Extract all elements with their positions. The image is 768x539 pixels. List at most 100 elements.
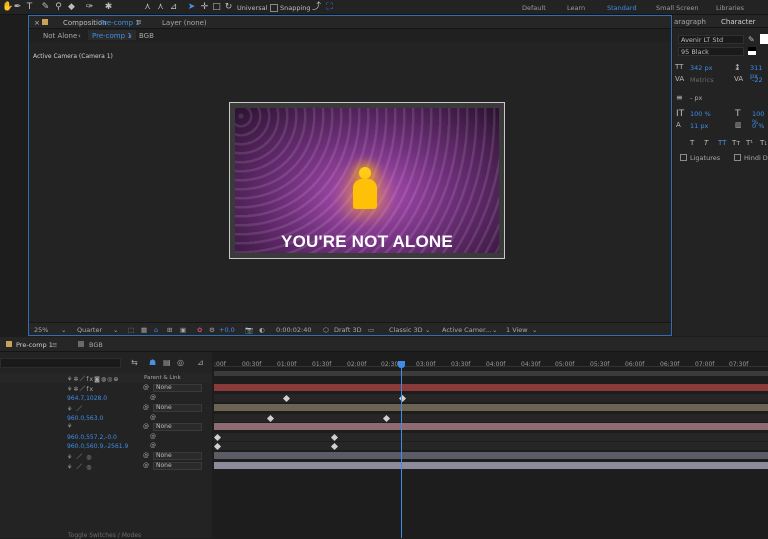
layer-bar-mauve[interactable]	[214, 423, 768, 430]
layer-switches-icon[interactable]: ⚘✲／fx	[67, 384, 94, 393]
pen-tool-icon[interactable]: ✒	[12, 2, 23, 13]
camera-select[interactable]: Active Camer...	[442, 326, 491, 334]
composition-viewer[interactable]: Active Camera (Camera 1) YOU'RE NOT ALON…	[29, 42, 671, 322]
current-timecode[interactable]: 0:00:02:40	[276, 326, 312, 334]
axis-view-icon[interactable]: ⊿	[168, 2, 179, 13]
faux-italic-icon[interactable]: T	[704, 139, 708, 147]
motion-blur-icon[interactable]: ◎	[177, 358, 184, 367]
font-style-select[interactable]: 95 Black	[678, 47, 744, 56]
workspace-default[interactable]: Default	[522, 4, 546, 12]
zoom-select[interactable]: 25%	[34, 326, 48, 334]
snapping-checkbox[interactable]	[270, 4, 278, 12]
tab-character[interactable]: Character	[721, 18, 756, 26]
tab-menu-icon[interactable]: ≡	[52, 341, 57, 349]
comp-flowchart-icon[interactable]: ⇆	[131, 358, 138, 367]
layer-bar-red[interactable]	[214, 384, 768, 391]
pick-whip-icon[interactable]: @	[150, 394, 156, 401]
exposure-value[interactable]: +0.0	[219, 326, 235, 334]
comp-render[interactable]: YOU'RE NOT ALONE	[235, 108, 499, 253]
layer-row[interactable]: ⚘ ／ ◎ @ None	[0, 452, 212, 461]
breadcrumb-bgb[interactable]: BGB	[139, 32, 154, 40]
frame-blending-icon[interactable]: ▤	[163, 358, 171, 367]
fill-color-swatch[interactable]	[760, 34, 768, 44]
snap-options-icon[interactable]: ⤴	[311, 2, 322, 13]
graph-editor-icon[interactable]: ⊿	[197, 358, 204, 367]
layer-bar-grey[interactable]	[214, 452, 768, 459]
layer-tab[interactable]: Layer (none)	[162, 19, 207, 27]
workspace-standard[interactable]: Standard	[607, 4, 637, 12]
ligatures-checkbox[interactable]	[680, 154, 687, 161]
stroke-width-value[interactable]: - px	[690, 94, 702, 102]
views-select[interactable]: 1 View	[506, 326, 528, 334]
chevron-down-icon[interactable]: ⌄	[113, 326, 118, 334]
axis-world-icon[interactable]: ⋏	[155, 2, 166, 13]
pick-whip-icon[interactable]: @	[143, 384, 149, 391]
eyedropper-icon[interactable]: ✎	[748, 35, 755, 44]
tracking-value[interactable]: -22	[752, 76, 763, 84]
breadcrumb-not-alone[interactable]: Not Alone	[43, 32, 77, 40]
eraser-tool-icon[interactable]: ◆	[66, 2, 77, 13]
parent-select[interactable]: None	[153, 462, 202, 470]
draft-3d-toggle[interactable]: Draft 3D	[334, 326, 362, 334]
rotate-tool-icon[interactable]: ↻	[223, 2, 234, 13]
grid-icon[interactable]: ⊞	[167, 326, 172, 334]
all-caps-icon[interactable]: TT	[718, 139, 726, 147]
layer-row[interactable]: ⚘✲／fx @ None	[0, 384, 212, 393]
swap-colors-icon[interactable]	[748, 47, 756, 55]
transparency-grid-icon[interactable]: ▦	[141, 326, 147, 334]
layer-switches-icon[interactable]: ⚘ ／	[67, 404, 83, 413]
pick-whip-icon[interactable]: @	[143, 404, 149, 411]
selection-tool-icon[interactable]: ➤	[186, 2, 197, 13]
workspace-libraries[interactable]: Libraries	[716, 4, 744, 12]
tsume-value[interactable]: 0 %	[752, 122, 764, 130]
faux-bold-icon[interactable]: T	[690, 139, 694, 147]
position-value[interactable]: 960.0,560.9,-2561.9	[67, 443, 128, 450]
clone-stamp-icon[interactable]: ⚲	[53, 2, 64, 13]
font-family-select[interactable]: Avenir LT Std	[678, 35, 744, 44]
playhead[interactable]	[401, 362, 402, 538]
pick-whip-icon[interactable]: @	[150, 433, 156, 440]
monitor-icon[interactable]: ▣	[180, 326, 186, 334]
color-manage-icon[interactable]: ⚙	[209, 326, 215, 334]
close-icon[interactable]: ×	[34, 19, 40, 27]
hindi-digits-checkbox[interactable]	[734, 154, 741, 161]
position-value[interactable]: 960.0,557.2,-0.0	[67, 434, 117, 441]
parent-select[interactable]: None	[153, 384, 202, 392]
position-value[interactable]: 964.7,1028.0	[67, 395, 107, 402]
superscript-icon[interactable]: T¹	[746, 139, 753, 147]
tab-paragraph[interactable]: aragraph	[674, 18, 706, 26]
layer-switches-icon[interactable]: ⚘	[67, 423, 72, 430]
parent-select[interactable]: None	[153, 404, 202, 412]
layer-switches-icon[interactable]: ⚘ ／ ◎	[67, 462, 92, 471]
kerning-value[interactable]: Metrics	[690, 76, 714, 84]
parent-select[interactable]: None	[153, 423, 202, 431]
pick-whip-icon[interactable]: @	[143, 452, 149, 459]
position-value[interactable]: 960.0,563.0	[67, 415, 103, 422]
move-tool-icon[interactable]: ✛	[199, 2, 210, 13]
shy-layers-icon[interactable]: ☗	[149, 358, 156, 367]
timeline-tracks[interactable]: :00f 00:30f 01:00f 01:30f 02:00f 02:30f …	[213, 352, 768, 538]
workspace-small-screen[interactable]: Small Screen	[656, 4, 698, 12]
pick-whip-icon[interactable]: @	[150, 414, 156, 421]
layer-bar-tan[interactable]	[214, 404, 768, 411]
layer-row[interactable]: ⚘ ／ ◎ @ None	[0, 462, 212, 471]
rectangle-tool-icon[interactable]: □	[211, 2, 222, 13]
show-snapshot-icon[interactable]: ◐	[259, 326, 265, 334]
roto-brush-icon[interactable]: ✑	[84, 2, 95, 13]
axis-mode-label[interactable]: Universal	[237, 4, 267, 12]
puppet-pin-icon[interactable]: ✱	[103, 2, 114, 13]
workspace-learn[interactable]: Learn	[567, 4, 585, 12]
draft-3d-icon[interactable]: ⬡	[323, 326, 329, 334]
layer-property-row[interactable]: 960.0,560.9,-2561.9 @	[0, 442, 212, 451]
layer-row[interactable]: ⚘ ／ @ None	[0, 404, 212, 413]
renderer-select[interactable]: Classic 3D	[389, 326, 423, 334]
chevron-down-icon[interactable]: ⌄	[492, 326, 497, 334]
vertical-scale-value[interactable]: 100 %	[690, 110, 711, 118]
snapshot-icon[interactable]: 📷	[245, 326, 253, 334]
snap-target-icon[interactable]: ⛶	[324, 2, 335, 13]
resolution-select[interactable]: Quarter	[77, 326, 102, 334]
work-area-bar[interactable]	[214, 371, 768, 376]
timeline-search-input[interactable]	[0, 358, 121, 368]
layer-bar-lavender[interactable]	[214, 462, 768, 469]
layer-property-row[interactable]: 964.7,1028.0 @	[0, 394, 212, 403]
